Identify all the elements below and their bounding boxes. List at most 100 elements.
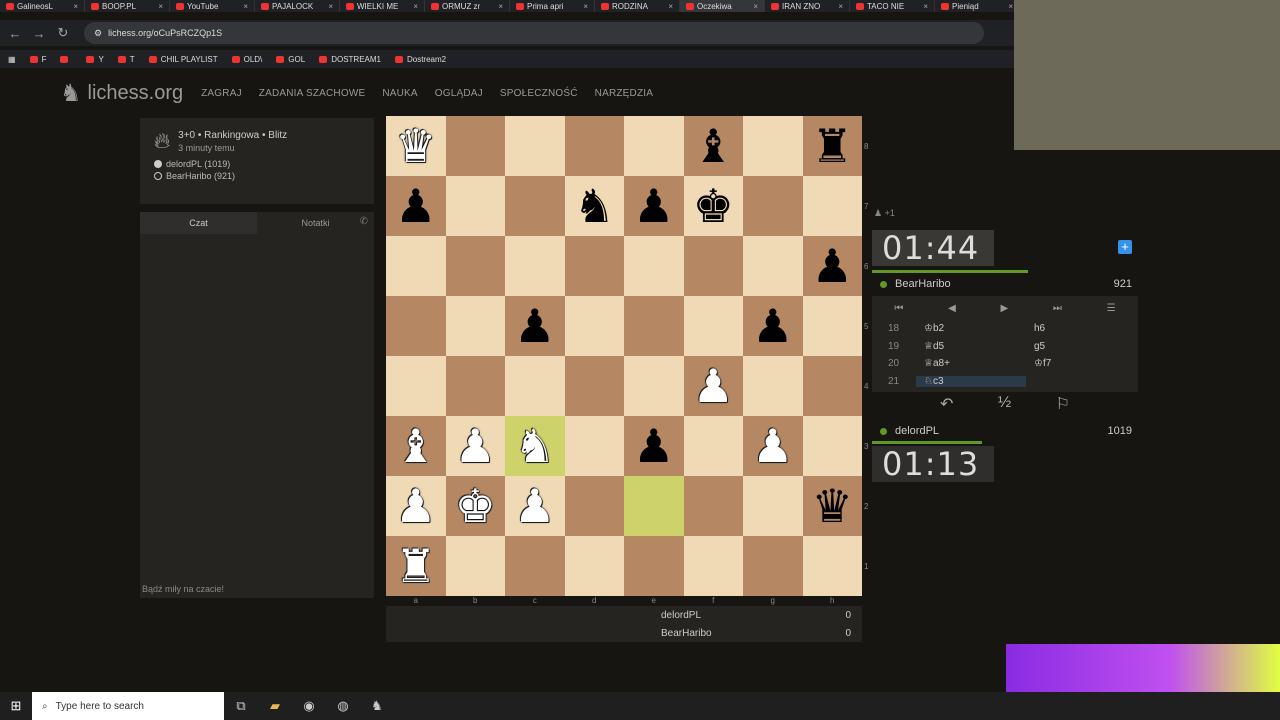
- last-move-icon[interactable]: ⏭: [1053, 303, 1062, 314]
- bookmark-item[interactable]: OLD\: [231, 55, 262, 64]
- nav-item[interactable]: OGLĄDAJ: [435, 88, 483, 99]
- square-a6[interactable]: [386, 236, 446, 296]
- back-icon[interactable]: ←: [8, 26, 22, 41]
- browser-tab[interactable]: PAJALOCK ×: [255, 0, 340, 12]
- player-name[interactable]: delordPL: [895, 425, 939, 437]
- black-move[interactable]: ♔f7: [1026, 358, 1136, 369]
- square-a7[interactable]: ♟: [386, 176, 446, 236]
- black-bishop-icon[interactable]: ♝: [693, 123, 734, 169]
- square-c3[interactable]: ♞: [505, 416, 565, 476]
- black-queen-icon[interactable]: ♛: [812, 483, 853, 529]
- square-h8[interactable]: ♜: [802, 116, 862, 176]
- browser-tab[interactable]: GalineosL ×: [0, 0, 85, 12]
- square-b8[interactable]: [445, 116, 505, 176]
- browser-tab[interactable]: ORMUZ zr ×: [425, 0, 510, 12]
- white-move[interactable]: ♕a8+: [916, 358, 1026, 369]
- square-b6[interactable]: [445, 236, 505, 296]
- white-queen-icon[interactable]: ♛: [395, 123, 436, 169]
- bookmark-item[interactable]: F: [29, 55, 46, 64]
- close-icon[interactable]: ×: [668, 2, 673, 11]
- square-e8[interactable]: [624, 116, 684, 176]
- square-h5[interactable]: [802, 296, 862, 356]
- white-move[interactable]: ♕d5: [916, 341, 1026, 352]
- menu-icon[interactable]: ☰: [1107, 303, 1116, 314]
- square-h7[interactable]: [802, 176, 862, 236]
- close-icon[interactable]: ×: [328, 2, 333, 11]
- bookmark-item[interactable]: CHIL PLAYLIST: [148, 55, 218, 64]
- url-field[interactable]: ⚙ lichess.org/oCuPsRCZQp1S: [84, 22, 984, 44]
- square-g3[interactable]: ♟: [743, 416, 803, 476]
- chat-input[interactable]: Bądź miły na czacie!: [140, 580, 374, 598]
- square-b3[interactable]: ♟: [445, 416, 505, 476]
- windows-start-icon[interactable]: ⊞: [0, 698, 32, 714]
- browser-tab[interactable]: WIELKI ME ×: [340, 0, 425, 12]
- square-f6[interactable]: [683, 236, 743, 296]
- square-g6[interactable]: [743, 236, 803, 296]
- square-g7[interactable]: [743, 176, 803, 236]
- square-e1[interactable]: [624, 536, 684, 596]
- white-player-line[interactable]: delordPL (1019): [154, 159, 360, 169]
- black-rook-icon[interactable]: ♜: [812, 123, 853, 169]
- square-a1[interactable]: ♜: [386, 536, 446, 596]
- black-pawn-icon[interactable]: ♟: [812, 243, 853, 289]
- task-view-icon[interactable]: ⧉: [224, 698, 258, 714]
- square-d5[interactable]: [564, 296, 624, 356]
- nav-item[interactable]: ZAGRAJ: [201, 88, 242, 99]
- black-pawn-icon[interactable]: ♟: [633, 183, 674, 229]
- square-c2[interactable]: ♟: [505, 476, 565, 536]
- square-c5[interactable]: ♟: [505, 296, 565, 356]
- square-d3[interactable]: [564, 416, 624, 476]
- square-a2[interactable]: ♟: [386, 476, 446, 536]
- white-bishop-icon[interactable]: ♝: [395, 423, 436, 469]
- black-pawn-icon[interactable]: ♟: [514, 303, 555, 349]
- close-icon[interactable]: ×: [498, 2, 503, 11]
- white-pawn-icon[interactable]: ♟: [693, 363, 734, 409]
- square-a3[interactable]: ♝: [386, 416, 446, 476]
- black-pawn-icon[interactable]: ♟: [633, 423, 674, 469]
- takeback-icon[interactable]: ↶: [940, 394, 953, 414]
- square-e4[interactable]: [624, 356, 684, 416]
- square-c6[interactable]: [505, 236, 565, 296]
- square-d4[interactable]: [564, 356, 624, 416]
- bookmark-item[interactable]: DOSTREAM1: [319, 55, 381, 64]
- black-pawn-icon[interactable]: ♟: [752, 303, 793, 349]
- phone-icon[interactable]: ✆: [360, 216, 368, 227]
- close-icon[interactable]: ×: [753, 2, 758, 11]
- browser-tab[interactable]: IRAN ZNO ×: [765, 0, 850, 12]
- square-d8[interactable]: [564, 116, 624, 176]
- browser-tab[interactable]: Pieniąd ×: [935, 0, 1020, 12]
- bookmark-item[interactable]: [60, 55, 72, 63]
- white-rook-icon[interactable]: ♜: [395, 543, 436, 589]
- square-d1[interactable]: [564, 536, 624, 596]
- square-f8[interactable]: ♝: [683, 116, 743, 176]
- square-c8[interactable]: [505, 116, 565, 176]
- square-e2[interactable]: [624, 476, 684, 536]
- square-g4[interactable]: [743, 356, 803, 416]
- white-move[interactable]: ♘c3: [916, 375, 1026, 387]
- nav-item[interactable]: NARZĘDZIA: [595, 88, 653, 99]
- square-c7[interactable]: [505, 176, 565, 236]
- square-h3[interactable]: [802, 416, 862, 476]
- square-g1[interactable]: [743, 536, 803, 596]
- square-g5[interactable]: ♟: [743, 296, 803, 356]
- black-king-icon[interactable]: ♚: [693, 183, 734, 229]
- reload-icon[interactable]: ↻: [56, 25, 70, 41]
- black-player-line[interactable]: BearHaribo (921): [154, 171, 360, 181]
- browser-tab[interactable]: BOOP.PL ×: [85, 0, 170, 12]
- square-d6[interactable]: [564, 236, 624, 296]
- square-d7[interactable]: ♞: [564, 176, 624, 236]
- browser-tab[interactable]: TACO NIE ×: [850, 0, 935, 12]
- square-f7[interactable]: ♚: [683, 176, 743, 236]
- bookmark-item[interactable]: T: [117, 55, 135, 64]
- square-f3[interactable]: [683, 416, 743, 476]
- white-pawn-icon[interactable]: ♟: [395, 483, 436, 529]
- square-h6[interactable]: ♟: [802, 236, 862, 296]
- browser-tab[interactable]: YouTube ×: [170, 0, 255, 12]
- close-icon[interactable]: ×: [838, 2, 843, 11]
- close-icon[interactable]: ×: [413, 2, 418, 11]
- nav-item[interactable]: ZADANIA SZACHOWE: [259, 88, 366, 99]
- close-icon[interactable]: ×: [158, 2, 163, 11]
- close-icon[interactable]: ×: [243, 2, 248, 11]
- white-pawn-icon[interactable]: ♟: [514, 483, 555, 529]
- square-f2[interactable]: [683, 476, 743, 536]
